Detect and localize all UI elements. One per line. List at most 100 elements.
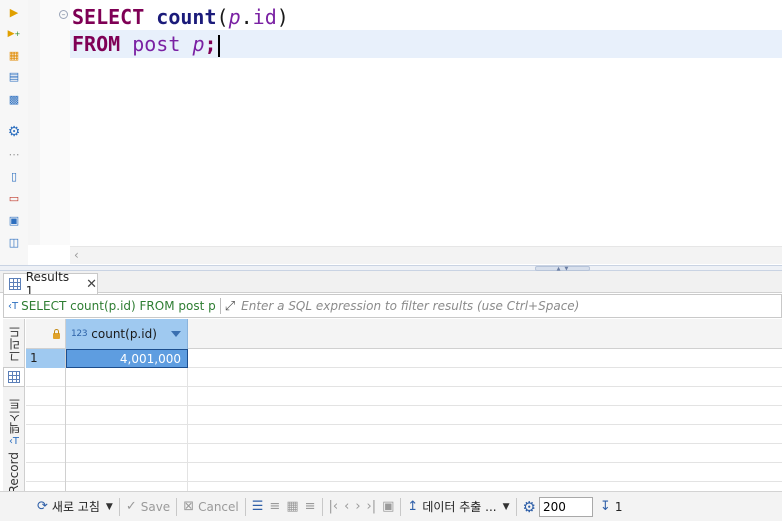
editor-left-toolbar: ▶ ▶​ + ▦ ▤ ▩ ⚙ ⋯ ▯ ▭ ▣ ◫ (0, 0, 28, 265)
load-script-icon[interactable]: ▤ (6, 68, 22, 84)
tab-grid-label: 그리드 (7, 326, 22, 362)
text-view-icon[interactable]: ‹T (3, 433, 25, 449)
more-dots-icon[interactable]: ⋯ (6, 146, 22, 162)
row-number[interactable] (26, 482, 66, 491)
close-tab-icon[interactable]: ✕ (86, 277, 97, 292)
table-cell[interactable] (66, 406, 188, 425)
empty-row (26, 368, 782, 387)
code-token: p (192, 32, 205, 56)
tab-record-label: Record (7, 452, 21, 494)
row-number[interactable] (26, 368, 66, 387)
scroll-left-icon[interactable]: ‹ (74, 248, 79, 262)
divider (400, 497, 402, 516)
tab-record[interactable]: Record (3, 452, 25, 494)
query-text: SELECT count(p.id) FROM post p (21, 299, 216, 313)
results-grid[interactable]: 123 count(p.id) 1 4,001,000 (26, 319, 782, 491)
code-token: ; (204, 32, 217, 56)
settings-icon[interactable]: ⚙ (6, 124, 22, 140)
result-settings-button[interactable]: ⚙ (520, 496, 539, 518)
expand-filter-icon[interactable]: ⤢ (225, 299, 235, 314)
next-page-button[interactable]: › (352, 496, 363, 518)
row-number[interactable] (26, 444, 66, 463)
dropdown-arrow-icon: ▼ (502, 501, 510, 512)
table-cell[interactable] (66, 463, 188, 482)
table-cell[interactable] (66, 425, 188, 444)
results-tab-bar: Results 1 ✕ (0, 270, 782, 298)
run-script-icon[interactable]: ▶​ + (6, 26, 22, 42)
code-area[interactable]: SELECT count(p.id) FROM post p; (70, 0, 782, 245)
first-page-button[interactable]: |‹ (326, 496, 342, 518)
layout-icon[interactable]: ◫ (6, 234, 22, 250)
delete-icon[interactable]: ▭ (6, 190, 22, 206)
collapse-down-icon[interactable]: ▼ (565, 266, 569, 271)
tab-grid[interactable]: 그리드 (3, 321, 25, 367)
code-token: post (132, 32, 181, 56)
delete-row-icon: ≡ (304, 499, 316, 514)
table-row[interactable]: 1 4,001,000 (26, 349, 782, 368)
refresh-dropdown[interactable]: ▼ (103, 496, 116, 518)
fetch-all-icon: ▣ (382, 499, 395, 514)
fetch-all-button[interactable]: ▣ (379, 496, 397, 518)
results-filter-bar: ‹T SELECT count(p.id) FROM post p ⤢ (3, 294, 782, 318)
row-count-button[interactable]: ↧ 1 (597, 496, 626, 518)
prev-page-button[interactable]: ‹ (341, 496, 352, 518)
empty-row (26, 387, 782, 406)
code-line-2[interactable]: FROM post p; (70, 30, 782, 58)
sql-editor[interactable]: ▶ ▶​ + ▦ ▤ ▩ ⚙ ⋯ ▯ ▭ ▣ ◫ – SELECT count(p… (0, 0, 782, 265)
export-dropdown[interactable]: ▼ (500, 496, 513, 518)
export-icon[interactable]: ▯ (6, 168, 22, 184)
table-cell[interactable] (66, 368, 188, 387)
divider (219, 298, 221, 314)
table-cell[interactable] (66, 387, 188, 406)
empty-row (26, 406, 782, 425)
add-row-button[interactable]: ≡ (266, 496, 283, 518)
row-number[interactable] (26, 406, 66, 425)
save-button[interactable]: ✓ Save (123, 496, 173, 518)
column-menu-icon[interactable] (171, 331, 181, 337)
row-number[interactable] (26, 463, 66, 482)
query-label[interactable]: ‹T SELECT count(p.id) FROM post p (4, 299, 216, 313)
dropdown-arrow-icon: ▼ (105, 501, 113, 512)
editor-horizontal-scrollbar[interactable]: ‹ (70, 246, 782, 264)
run-statement-icon[interactable]: ▶ (6, 4, 22, 20)
code-token: ( (216, 5, 229, 29)
explain-plan-icon[interactable]: ▦ (6, 47, 22, 63)
table-cell[interactable] (66, 482, 188, 491)
delete-row-button[interactable]: ≡ (302, 496, 319, 518)
format-icon[interactable]: ▣ (6, 212, 22, 228)
filter-input[interactable] (241, 299, 781, 313)
table-cell[interactable] (66, 444, 188, 463)
save-label: Save (140, 499, 171, 514)
row-number[interactable] (26, 387, 66, 406)
last-page-button[interactable]: ›| (364, 496, 380, 518)
empty-row (26, 482, 782, 491)
copy-row-button[interactable]: ▦ (283, 496, 301, 518)
upload-icon: ↥ (407, 499, 419, 514)
row-count-label: 1 (614, 499, 623, 514)
add-row-icon: ≡ (269, 499, 281, 514)
fold-collapse-icon[interactable]: – (59, 10, 68, 19)
grid-view-toggle[interactable] (3, 367, 25, 387)
export-data-button[interactable]: ↥ 데이터 추출 ... (404, 496, 499, 518)
last-page-icon: ›| (366, 499, 377, 514)
cancel-button[interactable]: ⊠ Cancel (180, 496, 242, 518)
fetch-size-input[interactable] (538, 496, 593, 517)
edit-row-button[interactable]: ☰ (249, 496, 267, 518)
row-number[interactable] (26, 425, 66, 444)
row-header-corner[interactable] (26, 319, 66, 349)
grid-view-icon (8, 371, 20, 383)
terminal-icon[interactable]: ▩ (6, 91, 22, 107)
result-view-tabs: 그리드 텍스트 ‹T Record (3, 319, 25, 494)
code-line-1[interactable]: SELECT count(p.id) (70, 3, 289, 31)
row-number[interactable]: 1 (26, 349, 66, 368)
column-header-count[interactable]: 123 count(p.id) (66, 319, 188, 349)
code-token: . (240, 5, 253, 29)
refresh-button[interactable]: ⟳ 새로 고침 (34, 496, 103, 518)
table-cell[interactable]: 4,001,000 (66, 349, 188, 368)
collapse-up-icon[interactable]: ▲ (557, 266, 561, 271)
tab-results-1[interactable]: Results 1 ✕ (3, 270, 98, 298)
cancel-label: Cancel (198, 499, 239, 514)
divider (176, 497, 178, 516)
